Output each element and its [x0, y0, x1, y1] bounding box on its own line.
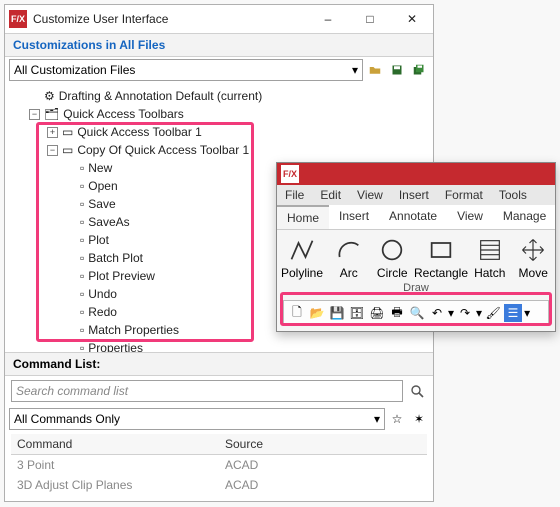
tool-rectangle[interactable]: Rectangle	[418, 236, 464, 280]
tab-home[interactable]: Home	[277, 205, 329, 229]
customization-filter-combo[interactable]: All Customization Files ▾	[9, 59, 363, 81]
qat-saveas-icon[interactable]: 🗄	[348, 304, 366, 322]
table-row[interactable]: 3D Adjust Clip PlanesACAD	[11, 475, 427, 495]
preview-window: F/X File Edit View Insert Format Tools H…	[276, 162, 556, 332]
qat-plotpreview-icon[interactable]: 🔍	[408, 304, 426, 322]
tab-output[interactable]: Output	[556, 205, 560, 229]
qat-matchprops-icon[interactable]: 🖌	[484, 304, 502, 322]
preview-titlebar: F/X	[277, 163, 555, 185]
app-icon: F/X	[281, 165, 299, 183]
qat-properties-icon[interactable]: ☰	[504, 304, 522, 322]
ribbon-panel-draw: Polyline Arc Circle Rectangle Hatch Move	[277, 230, 555, 282]
command-filter-combo[interactable]: All Commands Only ▾	[9, 408, 385, 430]
new-command-icon[interactable]: ✶	[409, 409, 429, 429]
maximize-button[interactable]: □	[353, 8, 387, 30]
chevron-down-icon: ▾	[352, 63, 358, 77]
tab-manage[interactable]: Manage	[493, 205, 556, 229]
qat-new-icon[interactable]: 🗋	[288, 304, 306, 322]
col-command[interactable]: Command	[11, 434, 219, 455]
qat-open-icon[interactable]: 📂	[308, 304, 326, 322]
command-filter-row: All Commands Only ▾ ☆ ✶	[5, 406, 433, 432]
tab-insert[interactable]: Insert	[329, 205, 379, 229]
qat-redo-drop-icon[interactable]: ▾	[476, 306, 482, 320]
close-button[interactable]: ✕	[395, 8, 429, 30]
save-all-icon[interactable]	[409, 60, 429, 80]
star-filter-icon[interactable]: ☆	[387, 409, 407, 429]
window-title: Customize User Interface	[33, 12, 311, 26]
menu-tools[interactable]: Tools	[491, 185, 535, 205]
app-icon: F/X	[9, 10, 27, 28]
menu-format[interactable]: Format	[437, 185, 491, 205]
menu-insert[interactable]: Insert	[391, 185, 437, 205]
qat-save-icon[interactable]: 💾	[328, 304, 346, 322]
menu-view[interactable]: View	[349, 185, 391, 205]
open-file-icon[interactable]	[365, 60, 385, 80]
quick-access-toolbar: 🗋 📂 💾 🗄 🖨 🖶 🔍 ↶ ▾ ↷ ▾ 🖌 ☰ ▾	[283, 300, 549, 326]
menu-edit[interactable]: Edit	[312, 185, 349, 205]
search-placeholder: Search command list	[16, 384, 128, 398]
title-bar: F/X Customize User Interface – □ ✕	[5, 5, 433, 33]
tool-polyline[interactable]: Polyline	[281, 236, 323, 280]
panel-label-draw: Draw	[277, 282, 555, 298]
tree-item-qat-root[interactable]: −🗂Quick Access Toolbars	[29, 105, 427, 123]
tool-arc[interactable]: Arc	[331, 236, 366, 280]
tree-item-properties[interactable]: ▫Properties	[65, 339, 427, 352]
customization-filter-value: All Customization Files	[14, 63, 135, 77]
qat-overflow-icon[interactable]: ▾	[524, 306, 530, 320]
qat-redo-icon[interactable]: ↷	[456, 304, 474, 322]
chevron-down-icon: ▾	[374, 412, 380, 426]
save-icon[interactable]	[387, 60, 407, 80]
tool-hatch[interactable]: Hatch	[472, 236, 507, 280]
tool-circle[interactable]: Circle	[375, 236, 410, 280]
command-table: Command Source 3 PointACAD 3D Adjust Cli…	[5, 432, 433, 501]
preview-menu-bar: File Edit View Insert Format Tools	[277, 185, 555, 205]
search-icon[interactable]	[407, 381, 427, 401]
command-list-header: Command List:	[5, 352, 433, 376]
table-row[interactable]: 3 PointACAD	[11, 455, 427, 475]
command-search-row: Search command list	[5, 376, 433, 406]
tab-annotate[interactable]: Annotate	[379, 205, 447, 229]
menu-file[interactable]: File	[277, 185, 312, 205]
customizations-header: Customizations in All Files	[5, 33, 433, 57]
col-source[interactable]: Source	[219, 434, 427, 455]
customization-filter-row: All Customization Files ▾	[5, 57, 433, 83]
qat-batchplot-icon[interactable]: 🖶	[388, 304, 406, 322]
qat-undo-icon[interactable]: ↶	[428, 304, 446, 322]
qat-plot-icon[interactable]: 🖨	[368, 304, 386, 322]
tree-item-qat-copy[interactable]: −▭Copy Of Quick Access Toolbar 1	[47, 141, 427, 159]
minimize-button[interactable]: –	[311, 8, 345, 30]
command-search-input[interactable]: Search command list	[11, 380, 403, 402]
tree-item-drafting[interactable]: ⚙Drafting & Annotation Default (current)	[29, 87, 427, 105]
ribbon-tabs: Home Insert Annotate View Manage Output	[277, 205, 555, 230]
tab-view[interactable]: View	[447, 205, 493, 229]
command-filter-value: All Commands Only	[14, 412, 120, 426]
tool-move[interactable]: Move	[515, 236, 550, 280]
qat-undo-drop-icon[interactable]: ▾	[448, 306, 454, 320]
tree-item-qat1[interactable]: +▭Quick Access Toolbar 1	[47, 123, 427, 141]
